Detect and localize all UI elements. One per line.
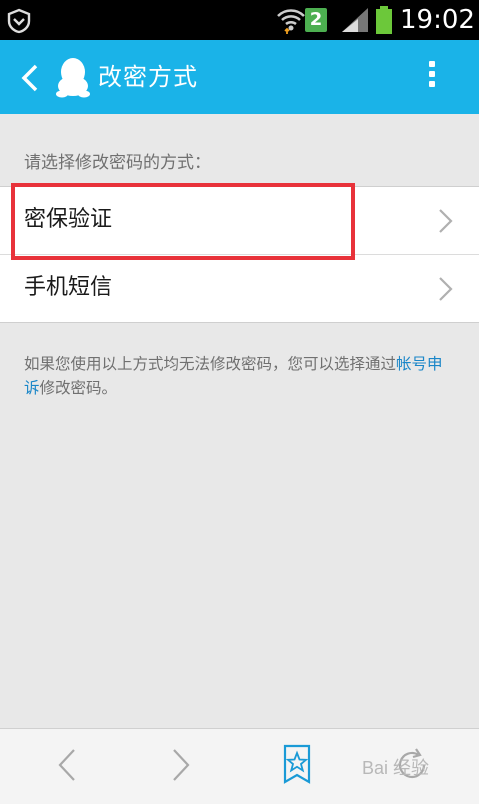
more-menu-icon[interactable]	[420, 58, 444, 96]
option-label: 密保验证	[24, 207, 113, 232]
footnote-text-end: 修改密码。	[39, 379, 118, 397]
shield-icon	[7, 8, 31, 34]
clock: 19:02	[400, 5, 475, 35]
battery-icon	[376, 6, 392, 34]
nav-forward-icon[interactable]	[170, 747, 192, 783]
bookmark-star-icon[interactable]	[282, 743, 312, 785]
option-label: 手机短信	[24, 275, 113, 300]
option-security-question[interactable]: 密保验证	[0, 187, 479, 254]
method-list: 密保验证 手机短信	[0, 186, 479, 323]
baidu-watermark: Bai 经验	[362, 758, 430, 778]
chevron-right-icon	[439, 277, 453, 301]
footnote-text: 如果您使用以上方式均无法修改密码，您可以选择通过	[24, 355, 397, 373]
status-bar: 2 19:02	[0, 0, 479, 40]
nav-back-icon[interactable]	[56, 747, 78, 783]
header-bar: 改密方式	[0, 40, 479, 114]
option-sms[interactable]: 手机短信	[0, 254, 479, 322]
sim-slot-badge: 2	[305, 8, 327, 32]
page-title: 改密方式	[98, 63, 198, 91]
footnote: 如果您使用以上方式均无法修改密码，您可以选择通过帐号申诉修改密码。	[24, 352, 454, 400]
back-icon[interactable]	[20, 64, 40, 92]
signal-icon	[342, 8, 368, 32]
chevron-right-icon	[439, 209, 453, 233]
qq-penguin-icon	[56, 58, 90, 98]
instruction-text: 请选择修改密码的方式：	[24, 153, 211, 173]
wifi-icon	[277, 9, 305, 34]
